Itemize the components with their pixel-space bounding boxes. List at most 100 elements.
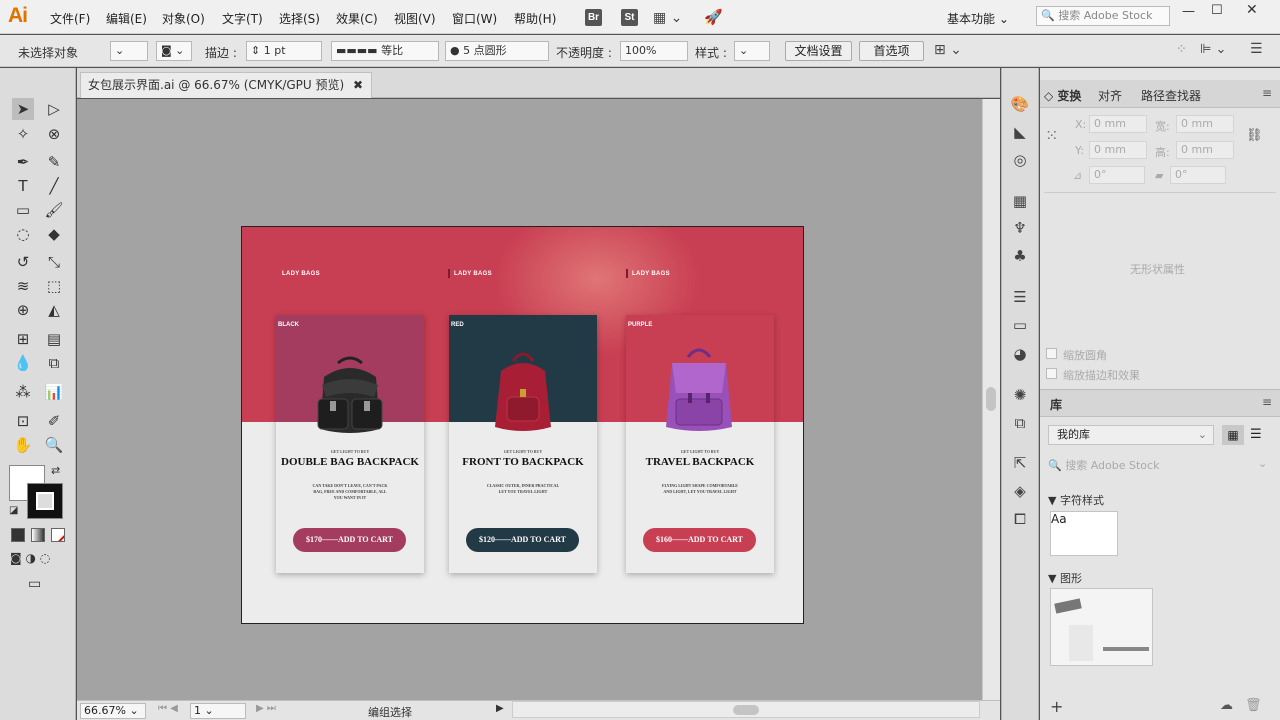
slice-tool-icon[interactable]: ✐ bbox=[43, 410, 65, 432]
library-menu-icon[interactable]: ≡ bbox=[1262, 395, 1272, 409]
menu-file[interactable]: 文件(F) bbox=[50, 10, 90, 27]
artboard-tool-icon[interactable]: ⊡ bbox=[12, 410, 34, 432]
product-card-purple[interactable]: PURPLE GET LIGHT TO BUY TRAVEL BACKPACK … bbox=[626, 315, 774, 573]
product-card-black[interactable]: BLACK GET LIGHT TO BUY DOUBLE BAG BACKPA… bbox=[276, 315, 424, 573]
stroke-weight-input[interactable]: ⇕ 1 pt bbox=[246, 41, 322, 61]
screen-mode-icon[interactable]: ▭ bbox=[28, 576, 41, 592]
layers-icon[interactable]: ◈ bbox=[1009, 480, 1031, 502]
color-guide-icon[interactable]: ◣ bbox=[1009, 121, 1031, 143]
add-to-cart-button[interactable]: $120——ADD TO CART bbox=[466, 528, 579, 552]
eyedropper-icon[interactable]: 💧 bbox=[12, 352, 34, 374]
mesh-tool-icon[interactable]: ⊞ bbox=[12, 328, 34, 350]
product-card-red[interactable]: RED GET LIGHT TO BUY FRONT TO BACKPACK C… bbox=[449, 315, 597, 573]
graphics-header[interactable]: ▼ 图形 bbox=[1048, 570, 1082, 586]
pen-tool-icon[interactable]: ✒ bbox=[12, 151, 34, 173]
menu-edit[interactable]: 编辑(E) bbox=[106, 10, 147, 27]
trash-icon[interactable]: 🗑 bbox=[1245, 698, 1262, 713]
tab-align[interactable]: 对齐 bbox=[1098, 87, 1122, 104]
close-window-button[interactable]: ✕ bbox=[1246, 2, 1258, 18]
transform-icon[interactable]: ⊫ ⌄ bbox=[1200, 42, 1226, 57]
stroke-swatch[interactable]: ◙ ⌄ bbox=[156, 41, 192, 61]
type-tool-icon[interactable]: T bbox=[12, 175, 34, 197]
fill-swatch[interactable]: ⌄ bbox=[110, 41, 148, 61]
curvature-tool-icon[interactable]: ✎ bbox=[43, 151, 65, 173]
artboards-icon[interactable]: ⧠ bbox=[1009, 508, 1031, 530]
close-tab-icon[interactable]: ✖ bbox=[353, 73, 363, 97]
gradient-mode-icon[interactable] bbox=[31, 528, 45, 542]
document-tab[interactable]: 女包展示界面.ai @ 66.67% (CMYK/GPU 预览) ✖ bbox=[80, 72, 372, 98]
constrain-link-icon[interactable]: ⛓ bbox=[1246, 128, 1263, 143]
draw-mode-icons[interactable]: ◙ ◑ ◌ bbox=[10, 551, 50, 565]
export-icon[interactable]: ⇱ bbox=[1009, 452, 1031, 474]
reference-point-icon[interactable]: ⁙ bbox=[1045, 126, 1058, 145]
magic-wand-icon[interactable]: ✧ bbox=[12, 123, 34, 145]
scale-strokes-checkbox[interactable] bbox=[1046, 368, 1057, 379]
vertical-scrollbar[interactable] bbox=[982, 99, 1000, 700]
height-input[interactable]: 0 mm bbox=[1176, 141, 1234, 159]
menu-view[interactable]: 视图(V) bbox=[394, 10, 436, 27]
page-select[interactable]: 1 ⌄ bbox=[190, 703, 246, 719]
color-panel-icon[interactable]: 🎨 bbox=[1009, 93, 1031, 115]
maximize-button[interactable]: ☐ bbox=[1211, 3, 1223, 18]
panel-menu-icon[interactable]: ≡ bbox=[1262, 86, 1272, 100]
cloud-sync-icon[interactable]: ☁ bbox=[1220, 698, 1233, 713]
align-options-icon[interactable]: ⊞ ⌄ bbox=[934, 42, 962, 58]
rotate-input[interactable]: 0° bbox=[1089, 166, 1145, 184]
transparency-icon[interactable]: ◕ bbox=[1009, 343, 1031, 365]
add-icon[interactable]: + bbox=[1050, 697, 1063, 716]
stock-search-input[interactable]: 🔍 搜索 Adobe Stock bbox=[1036, 6, 1170, 26]
menu-effect[interactable]: 效果(C) bbox=[336, 10, 378, 27]
grid-view-icon[interactable]: ▦ bbox=[1222, 425, 1244, 445]
blend-tool-icon[interactable]: ⧉ bbox=[43, 352, 65, 374]
gradient-tool-icon[interactable]: ▤ bbox=[43, 328, 65, 350]
workspace-switcher[interactable]: 基本功能 ⌄ bbox=[947, 10, 1009, 27]
status-menu-arrow[interactable]: ▶ bbox=[496, 703, 504, 714]
default-colors-icon[interactable]: ◪ bbox=[9, 505, 18, 516]
artboard[interactable]: LADY BAGS LADY BAGS LADY BAGS BLACK GET … bbox=[241, 226, 804, 624]
list-view-icon[interactable]: ☰ bbox=[1250, 425, 1262, 445]
rotate-tool-icon[interactable]: ↺ bbox=[12, 251, 34, 273]
menu-window[interactable]: 窗口(W) bbox=[452, 10, 497, 27]
add-to-cart-button[interactable]: $170——ADD TO CART bbox=[293, 528, 406, 552]
grid-icon[interactable]: ⁘ bbox=[1176, 42, 1187, 57]
scale-tool-icon[interactable]: ⤡ bbox=[43, 251, 65, 273]
column-graph-icon[interactable]: 📊 bbox=[43, 381, 65, 403]
shear-input[interactable]: 0° bbox=[1170, 166, 1226, 184]
tab-transform[interactable]: ◇ 变换 bbox=[1044, 87, 1081, 104]
lasso-icon[interactable]: ⊗ bbox=[43, 123, 65, 145]
tab-libraries[interactable]: 库 bbox=[1050, 396, 1062, 413]
add-to-cart-button[interactable]: $160——ADD TO CART bbox=[643, 528, 756, 552]
first-page-button[interactable]: ⏮ ◀ bbox=[158, 703, 178, 714]
stroke-color-box[interactable] bbox=[27, 483, 63, 519]
opacity-input[interactable]: 100% bbox=[620, 41, 688, 61]
menu-object[interactable]: 对象(O) bbox=[162, 10, 205, 27]
arrange-docs-icon[interactable]: ▦ ⌄ bbox=[653, 10, 682, 26]
library-search-dropdown[interactable]: ⌄ bbox=[1258, 457, 1267, 470]
selection-tool-icon[interactable]: ➤ bbox=[12, 98, 34, 120]
graphic-styles-icon[interactable]: ⧉ bbox=[1009, 412, 1031, 434]
brush-definition[interactable]: ● 5 点圆形 bbox=[445, 41, 549, 61]
control-menu-icon[interactable]: ☰ bbox=[1250, 41, 1263, 57]
line-tool-icon[interactable]: ╱ bbox=[43, 175, 65, 197]
brushes-icon[interactable]: ♆ bbox=[1009, 217, 1031, 239]
swap-colors-icon[interactable]: ⇄ bbox=[51, 464, 60, 477]
zoom-select[interactable]: 66.67% ⌄ bbox=[80, 703, 146, 719]
menu-select[interactable]: 选择(S) bbox=[279, 10, 320, 27]
zoom-tool-icon[interactable]: 🔍 bbox=[43, 434, 65, 456]
appearance-icon[interactable]: ✺ bbox=[1009, 384, 1031, 406]
symbols-icon[interactable]: ♣ bbox=[1009, 245, 1031, 267]
shaper-tool-icon[interactable]: ◌ bbox=[12, 223, 34, 245]
char-style-sample[interactable]: Aa bbox=[1050, 511, 1118, 556]
color-mode-icon[interactable] bbox=[11, 528, 25, 542]
menu-type[interactable]: 文字(T) bbox=[222, 10, 263, 27]
char-styles-header[interactable]: ▼ 字符样式 bbox=[1048, 492, 1104, 508]
stroke-panel-icon[interactable]: ☰ bbox=[1009, 286, 1031, 308]
gradient-panel-icon[interactable]: ▭ bbox=[1009, 314, 1031, 336]
next-page-button[interactable]: ▶ ⏭ bbox=[256, 703, 276, 714]
variable-width-profile[interactable]: ▬▬▬▬ 等比 bbox=[331, 41, 439, 61]
paintbrush-icon[interactable]: 🖌 bbox=[43, 199, 65, 221]
scale-corners-checkbox[interactable] bbox=[1046, 348, 1057, 359]
shape-builder-icon[interactable]: ⊕ bbox=[12, 299, 34, 321]
eraser-icon[interactable]: ◆ bbox=[43, 223, 65, 245]
minimize-button[interactable]: — bbox=[1182, 4, 1195, 19]
